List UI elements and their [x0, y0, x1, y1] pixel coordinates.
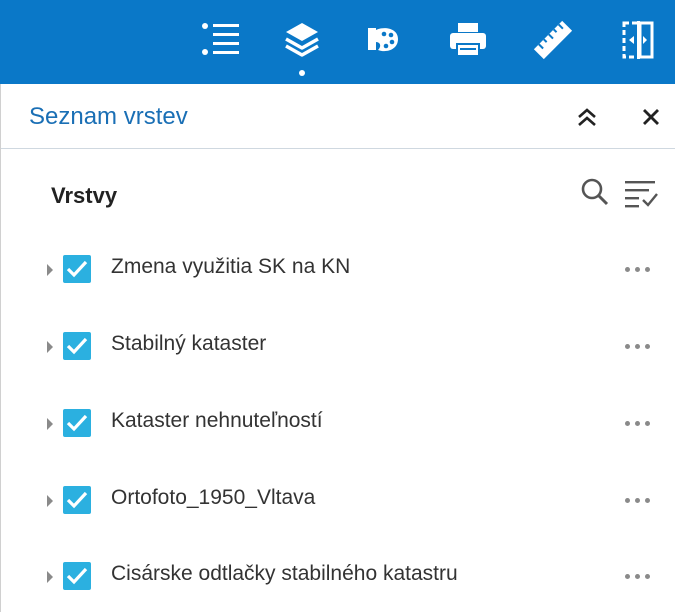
- print-button[interactable]: [443, 14, 493, 70]
- search-icon: [581, 178, 609, 206]
- layer-options-button[interactable]: [617, 492, 657, 508]
- layer-label: Zmena využitia SK na KN: [111, 255, 351, 278]
- filter-list-icon: [625, 181, 658, 208]
- checkmark-icon: [66, 567, 88, 585]
- checkmark-icon: [66, 491, 88, 509]
- layers-icon: [285, 23, 319, 57]
- layer-list-icon: [202, 23, 239, 55]
- layer-list-panel: Seznam vrstev Vrstvy Zmena využitia SK n…: [0, 84, 675, 612]
- panel-header: Seznam vrstev: [1, 84, 675, 149]
- expand-caret[interactable]: [47, 495, 53, 507]
- layer-visibility-checkbox[interactable]: [63, 562, 91, 590]
- layer-options-button[interactable]: [617, 261, 657, 277]
- expand-caret[interactable]: [47, 264, 53, 276]
- layer-row: Stabilný kataster: [1, 322, 675, 372]
- layer-row: Kataster nehnuteľností: [1, 399, 675, 449]
- print-icon: [450, 23, 486, 57]
- checkmark-icon: [66, 337, 88, 355]
- layer-visibility-checkbox[interactable]: [63, 486, 91, 514]
- chevron-double-up-icon: [578, 108, 596, 126]
- section-title: Vrstvy: [51, 183, 118, 208]
- layer-row: Zmena využitia SK na KN: [1, 245, 675, 295]
- layer-visibility-checkbox[interactable]: [63, 332, 91, 360]
- layer-label: Cisárske odtlačky stabilného katastru: [111, 562, 458, 585]
- expand-caret[interactable]: [47, 418, 53, 430]
- checkmark-icon: [66, 414, 88, 432]
- layer-options-button[interactable]: [617, 415, 657, 431]
- layer-label: Stabilný kataster: [111, 332, 267, 355]
- close-icon: [643, 109, 659, 125]
- layer-visibility-checkbox[interactable]: [63, 255, 91, 283]
- measure-button[interactable]: [528, 14, 578, 70]
- layer-label: Kataster nehnuteľností: [111, 409, 323, 432]
- swipe-icon: [622, 21, 654, 59]
- expand-caret[interactable]: [47, 341, 53, 353]
- layer-row: Ortofoto_1950_Vltava: [1, 476, 675, 526]
- layer-row: Cisárske odtlačky stabilného katastru: [1, 552, 675, 602]
- layers-button[interactable]: [277, 14, 327, 76]
- panel-title: Seznam vrstev: [29, 103, 188, 130]
- layer-list-button[interactable]: [196, 14, 246, 70]
- layer-options-button[interactable]: [617, 338, 657, 354]
- collapse-panel-button[interactable]: [572, 102, 602, 132]
- checkmark-icon: [66, 260, 88, 278]
- active-indicator: [299, 70, 305, 76]
- palette-button[interactable]: [357, 14, 407, 70]
- filter-layers-button[interactable]: [623, 176, 659, 215]
- layer-visibility-checkbox[interactable]: [63, 409, 91, 437]
- expand-caret[interactable]: [47, 571, 53, 583]
- close-panel-button[interactable]: [636, 102, 666, 132]
- layer-options-button[interactable]: [617, 568, 657, 584]
- top-toolbar: [0, 0, 675, 85]
- layer-label: Ortofoto_1950_Vltava: [111, 486, 316, 509]
- palette-icon: [368, 28, 398, 52]
- ruler-icon: [533, 20, 573, 60]
- swipe-button[interactable]: [613, 14, 663, 70]
- search-layers-button[interactable]: [579, 176, 611, 213]
